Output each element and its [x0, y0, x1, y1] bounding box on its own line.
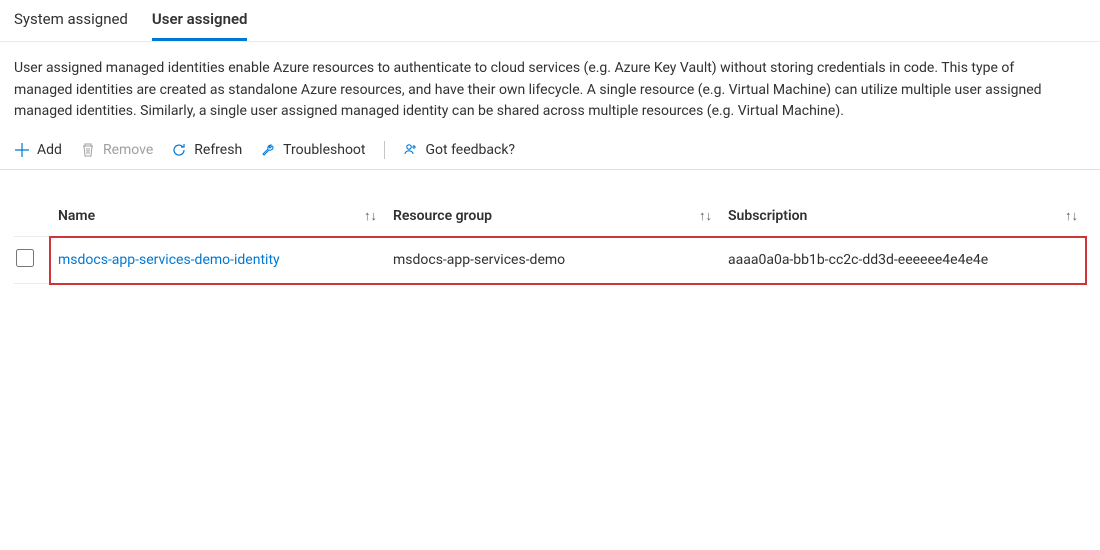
sort-icon: ↑↓ [699, 208, 712, 224]
toolbar: Add Remove Refresh Troubleshoot Got feed… [0, 131, 1100, 170]
identity-name-link[interactable]: msdocs-app-services-demo-identity [58, 252, 280, 268]
trash-icon [80, 142, 96, 158]
table-row[interactable]: msdocs-app-services-demo-identity msdocs… [14, 237, 1086, 284]
identity-table-wrap: Name ↑↓ Resource group ↑↓ Subscription ↑… [0, 170, 1100, 284]
remove-button: Remove [80, 142, 153, 158]
add-button[interactable]: Add [14, 142, 62, 158]
identity-resource-group: msdocs-app-services-demo [393, 252, 565, 268]
header-name[interactable]: Name ↑↓ [50, 198, 385, 237]
identity-table: Name ↑↓ Resource group ↑↓ Subscription ↑… [14, 198, 1086, 284]
troubleshoot-label: Troubleshoot [283, 142, 365, 158]
add-label: Add [37, 142, 62, 158]
sort-icon: ↑↓ [364, 208, 377, 224]
header-resource-group[interactable]: Resource group ↑↓ [385, 198, 720, 237]
tab-system-assigned[interactable]: System assigned [14, 4, 128, 41]
feedback-label: Got feedback? [426, 142, 516, 158]
header-subscription[interactable]: Subscription ↑↓ [720, 198, 1086, 237]
row-checkbox[interactable] [16, 249, 34, 267]
troubleshoot-button[interactable]: Troubleshoot [260, 142, 365, 158]
refresh-label: Refresh [194, 142, 242, 158]
plus-icon [14, 142, 30, 158]
sort-icon: ↑↓ [1065, 208, 1078, 224]
wrench-icon [260, 142, 276, 158]
tab-user-assigned[interactable]: User assigned [152, 4, 248, 41]
description-text: User assigned managed identities enable … [0, 42, 1080, 131]
header-rg-label: Resource group [393, 208, 492, 224]
feedback-button[interactable]: Got feedback? [403, 142, 516, 158]
header-sub-label: Subscription [728, 208, 807, 224]
refresh-button[interactable]: Refresh [171, 142, 242, 158]
row-checkbox-cell [14, 237, 50, 284]
header-checkbox-cell [14, 198, 50, 237]
identity-subscription: aaaa0a0a-bb1b-cc2c-dd3d-eeeeee4e4e4e [728, 252, 988, 268]
header-name-label: Name [58, 208, 95, 224]
remove-label: Remove [103, 142, 153, 158]
feedback-icon [403, 142, 419, 158]
refresh-icon [171, 142, 187, 158]
identity-tabs: System assigned User assigned [0, 0, 1100, 42]
toolbar-separator [384, 141, 385, 159]
